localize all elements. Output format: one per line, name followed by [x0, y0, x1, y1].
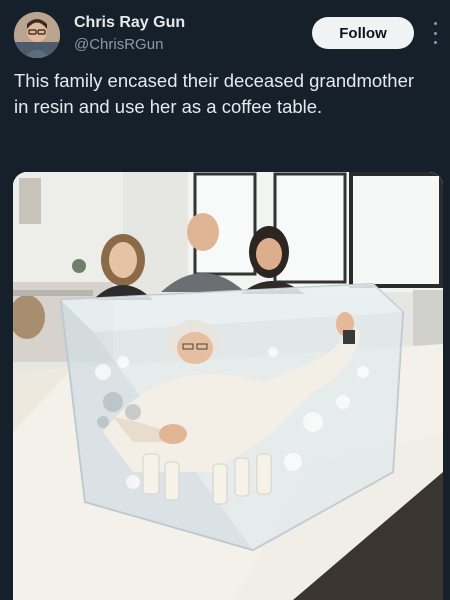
- author-avatar[interactable]: [14, 12, 60, 58]
- follow-button[interactable]: Follow: [312, 17, 414, 49]
- author-name[interactable]: Chris Ray Gun: [74, 14, 185, 32]
- avatar-photo: [14, 12, 60, 58]
- resin-table-photo: [13, 172, 443, 600]
- tweet-text: This family encased their deceased grand…: [14, 70, 415, 117]
- more-vertical-icon[interactable]: [432, 22, 438, 44]
- tweet-media-photo[interactable]: [13, 172, 443, 600]
- author-handle[interactable]: @ChrisRGun: [74, 36, 163, 53]
- tweet-header: Chris Ray Gun @ChrisRGun Follow: [14, 12, 442, 58]
